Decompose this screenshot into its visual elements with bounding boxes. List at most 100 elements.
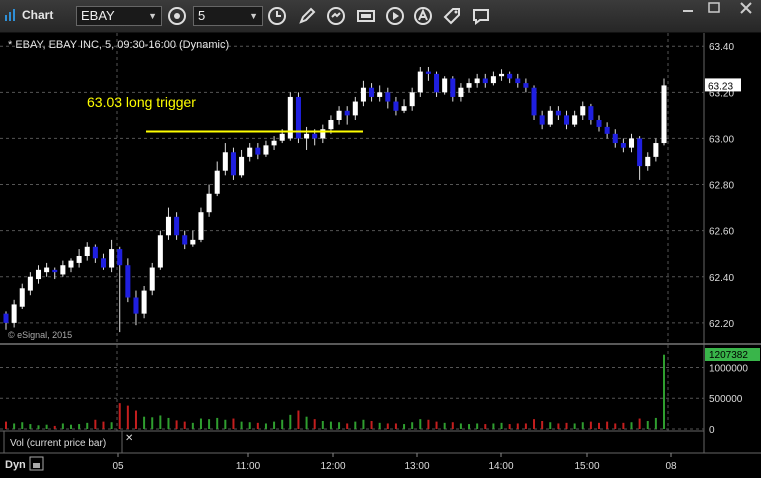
candle-body[interactable] <box>198 212 204 240</box>
candle-body[interactable] <box>515 78 521 84</box>
candle-body[interactable] <box>100 258 106 268</box>
candle-body[interactable] <box>458 87 464 97</box>
play-icon[interactable] <box>384 5 406 27</box>
candle-body[interactable] <box>117 249 123 266</box>
price-chart[interactable]: 63.4063.2063.0062.8062.6062.4062.2010000… <box>0 33 761 478</box>
candle-body[interactable] <box>133 297 139 314</box>
candle-body[interactable] <box>596 119 602 127</box>
clock-icon[interactable] <box>266 5 288 27</box>
chart-container[interactable]: 63.40 63.20 63.00 62.80 62.60 62.40 62.20 10000… <box>0 33 761 478</box>
candle-body[interactable] <box>612 133 618 144</box>
minimize-icon[interactable] <box>676 0 700 16</box>
candle-body[interactable] <box>182 235 188 245</box>
candle-body[interactable] <box>369 87 375 97</box>
candle-body[interactable] <box>271 140 277 146</box>
candle-body[interactable] <box>377 92 383 97</box>
candle-body[interactable] <box>125 265 131 298</box>
candle-body[interactable] <box>604 126 610 134</box>
candle-body[interactable] <box>76 256 82 263</box>
candle-body[interactable] <box>564 115 570 125</box>
candle-body[interactable] <box>425 71 431 74</box>
candle-body[interactable] <box>482 78 488 84</box>
candle-body[interactable] <box>11 304 17 323</box>
candle-body[interactable] <box>84 246 90 257</box>
candle-body[interactable] <box>434 73 440 93</box>
interval-input[interactable]: 5 ▼ <box>193 6 263 26</box>
candle-body[interactable] <box>68 260 74 268</box>
candle-body[interactable] <box>230 152 236 176</box>
candle-body[interactable] <box>523 83 529 88</box>
candle-body[interactable] <box>255 147 261 155</box>
candle-body[interactable] <box>3 313 9 323</box>
candle-body[interactable] <box>637 138 643 167</box>
price-pane[interactable] <box>0 33 704 344</box>
comment-icon[interactable] <box>470 5 492 27</box>
tag-icon[interactable] <box>441 5 463 27</box>
candle-body[interactable] <box>466 83 472 88</box>
candle-body[interactable] <box>490 76 496 84</box>
candle-body[interactable] <box>328 119 334 130</box>
pencil-icon[interactable] <box>296 5 318 27</box>
candle-body[interactable] <box>35 269 42 280</box>
candle-body[interactable] <box>507 73 513 79</box>
candle-body[interactable] <box>409 92 415 107</box>
chevron-down-icon[interactable]: ▼ <box>148 11 157 21</box>
chevron-down-icon[interactable]: ▼ <box>249 11 258 21</box>
candle-body[interactable] <box>52 269 58 273</box>
candle-body[interactable] <box>149 267 155 291</box>
candle-body[interactable] <box>572 115 578 125</box>
candle-body[interactable] <box>539 115 545 125</box>
candle-body[interactable] <box>442 78 448 93</box>
candle-body[interactable] <box>27 276 33 291</box>
candle-body[interactable] <box>312 133 318 139</box>
candle-body[interactable] <box>247 147 253 157</box>
candle-body[interactable] <box>141 290 147 314</box>
candle-body[interactable] <box>385 92 391 102</box>
candle-body[interactable] <box>450 78 456 97</box>
candle-body[interactable] <box>628 138 635 148</box>
candle-body[interactable] <box>499 73 505 77</box>
refresh-icon[interactable] <box>325 5 347 27</box>
candle-body[interactable] <box>645 156 651 167</box>
candle-body[interactable] <box>263 145 269 155</box>
candle-body[interactable] <box>190 239 196 245</box>
candle-body[interactable] <box>206 193 212 213</box>
candle-body[interactable] <box>547 110 553 125</box>
candle-body[interactable] <box>44 267 50 273</box>
interval-settings-icon[interactable] <box>166 5 188 27</box>
candle-body[interactable] <box>360 87 366 102</box>
alert-icon[interactable] <box>412 5 434 27</box>
candle-body[interactable] <box>165 216 171 236</box>
candle-body[interactable] <box>304 133 310 139</box>
candle-body[interactable] <box>531 87 537 116</box>
candle-body[interactable] <box>352 101 358 116</box>
candle-body[interactable] <box>214 170 220 194</box>
data-window-icon[interactable] <box>355 5 377 27</box>
candle-body[interactable] <box>393 101 399 111</box>
candle-body[interactable] <box>157 235 163 268</box>
dyn-mode-label[interactable]: Dyn <box>5 459 26 471</box>
candle-body[interactable] <box>401 106 407 111</box>
close-study-icon[interactable]: ✕ <box>125 433 133 444</box>
candle-body[interactable] <box>60 265 66 275</box>
candle-body[interactable] <box>239 156 245 176</box>
candle-body[interactable] <box>555 110 561 116</box>
symbol-input[interactable]: EBAY ▼ <box>76 6 162 26</box>
candle-body[interactable] <box>417 71 423 93</box>
candle-body[interactable] <box>588 106 594 120</box>
candle-body[interactable] <box>661 85 667 144</box>
candle-body[interactable] <box>474 78 480 84</box>
close-icon[interactable] <box>734 0 758 16</box>
candle-body[interactable] <box>174 216 180 236</box>
candle-body[interactable] <box>653 143 659 157</box>
candle-body[interactable] <box>109 249 115 268</box>
candle-body[interactable] <box>92 246 98 259</box>
candle-body[interactable] <box>222 152 228 171</box>
candle-body[interactable] <box>19 288 25 307</box>
maximize-icon[interactable] <box>702 0 726 16</box>
candle-body[interactable] <box>279 133 285 141</box>
candle-body[interactable] <box>336 110 342 120</box>
candle-body[interactable] <box>620 143 626 148</box>
candle-body[interactable] <box>580 106 586 116</box>
candle-body[interactable] <box>344 110 350 116</box>
